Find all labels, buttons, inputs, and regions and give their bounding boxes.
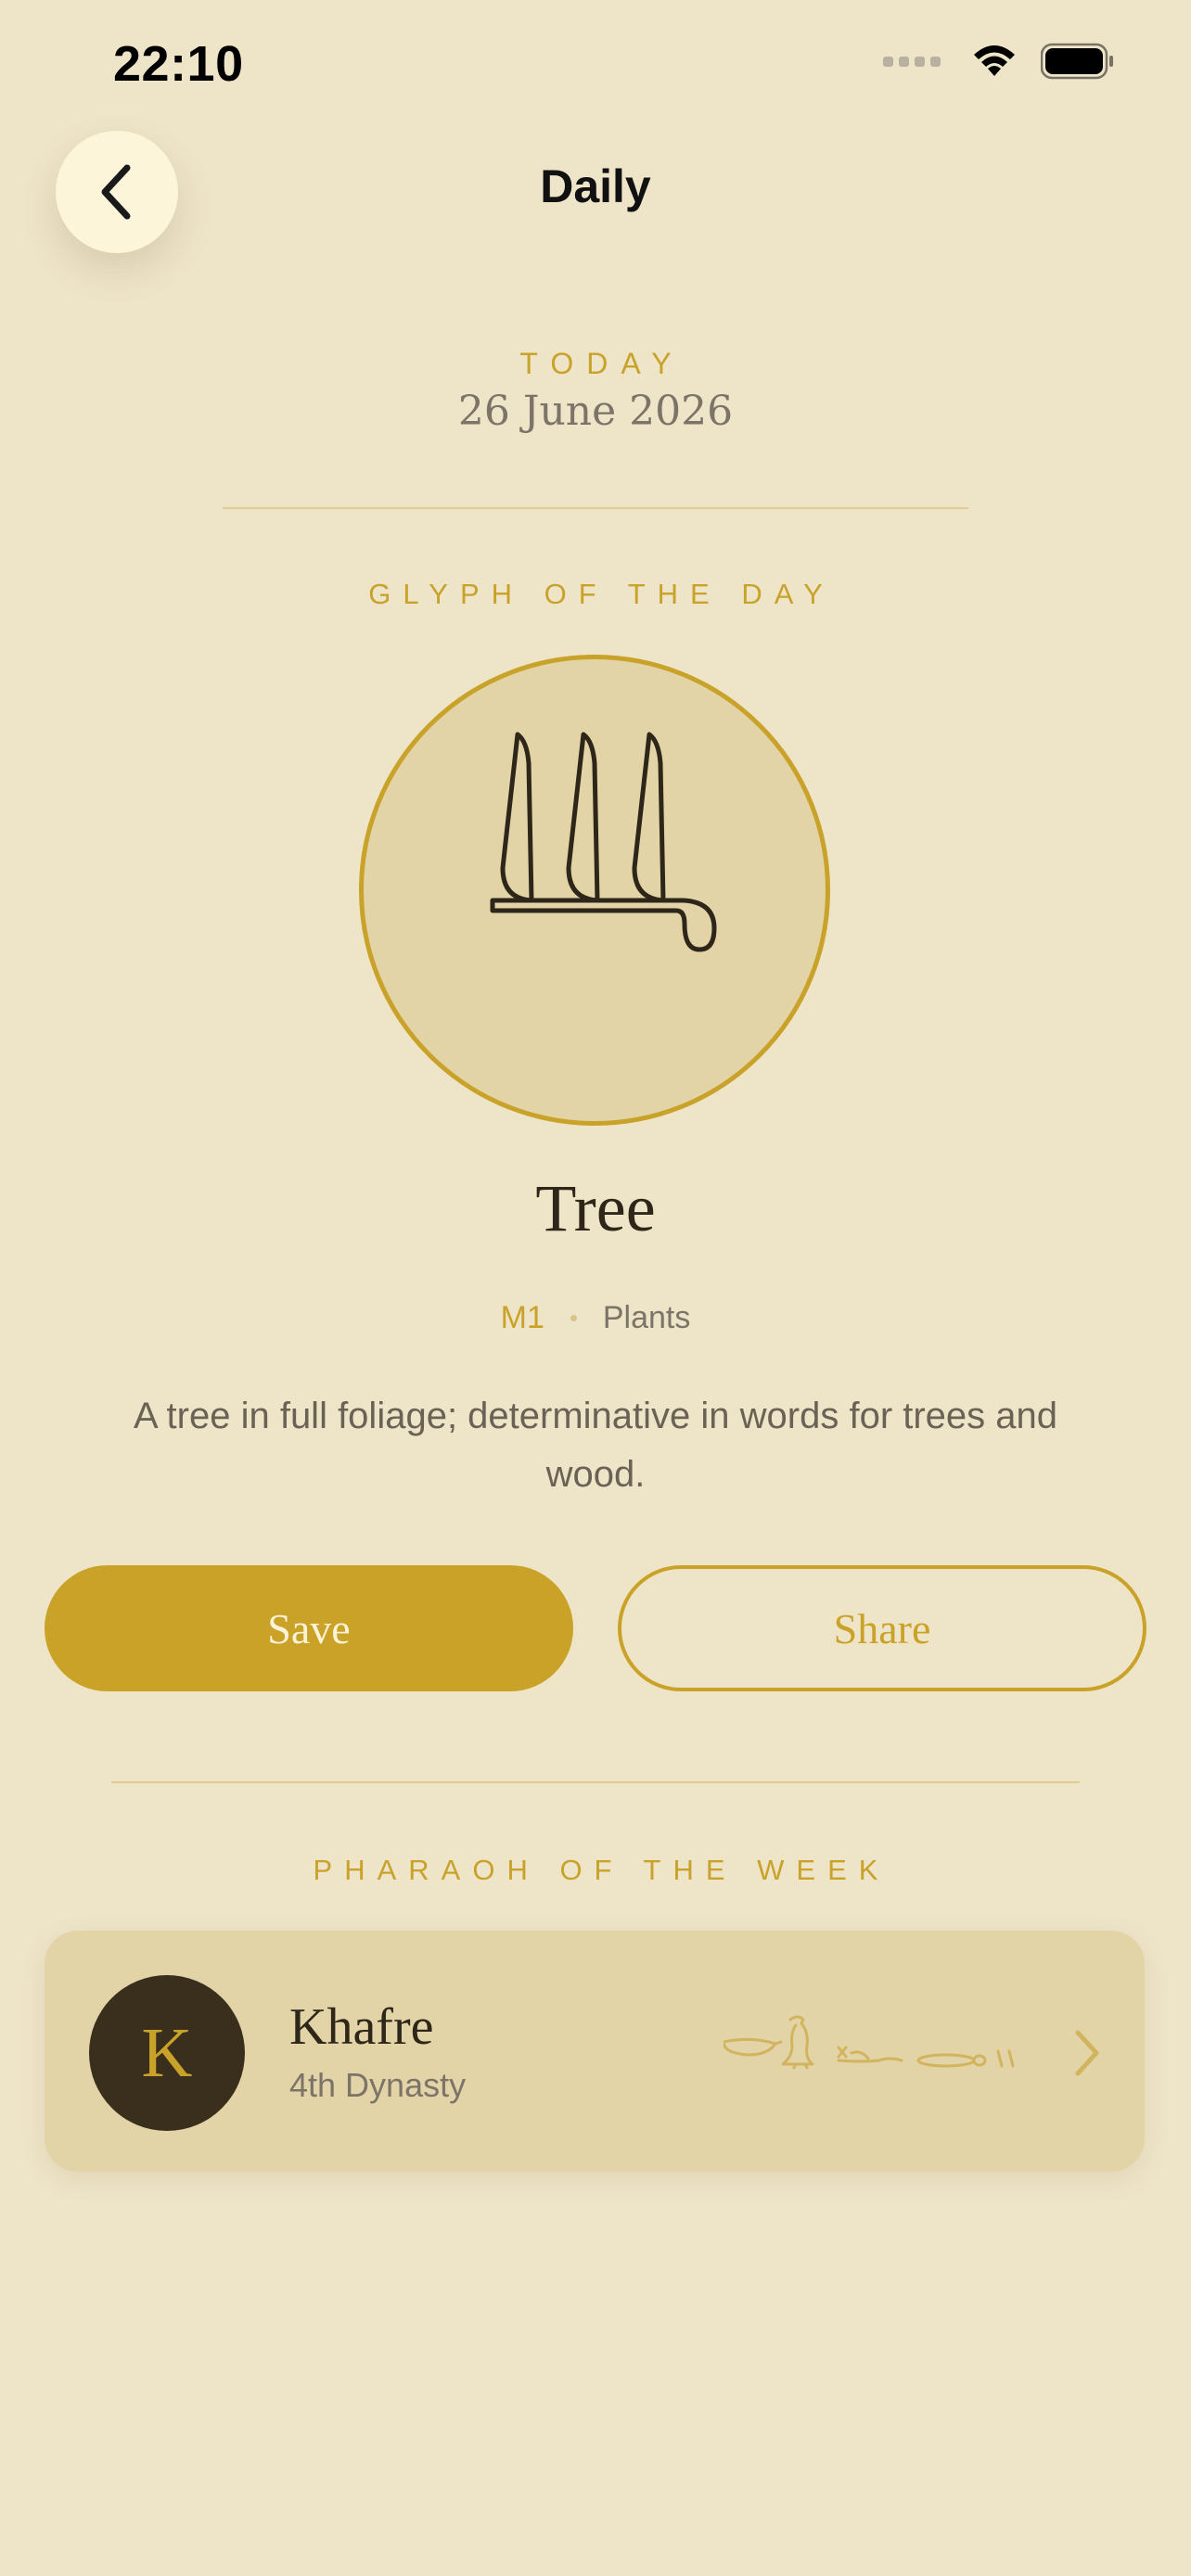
tree-hieroglyph-icon [490,732,717,952]
pharaoh-card[interactable]: K Khafre 4th Dynasty [45,1931,1145,2172]
glyph-section-label: GLYPH OF THE DAY [368,578,835,610]
pharaoh-section-label: PHARAOH OF THE WEEK [313,1854,890,1886]
battery-icon [1041,43,1113,80]
divider [223,507,968,509]
glyph-category: Plants [602,1300,691,1335]
status-time: 22:10 [113,36,244,92]
glyph-description: A tree in full foliage; determinative in… [133,1396,1058,1495]
page-title: Daily [540,160,651,212]
today-label: TODAY [519,347,685,380]
pharaoh-name: Khafre [289,1998,434,2056]
glyph-name: Tree [535,1171,656,1245]
avatar: K [89,1975,245,2131]
pharaoh-dynasty: 4th Dynasty [289,2066,467,2104]
separator-dot [570,1315,577,1321]
today-date: 26 June 2026 [457,388,734,435]
save-button[interactable]: Save [45,1565,573,1691]
status-icons [883,43,1115,80]
glyph-code: M1 [500,1300,544,1335]
glyph-meta: M1 Plants [0,1300,1191,1336]
divider [111,1781,1080,1783]
cartouche-hieroglyphs-icon [724,2015,1015,2070]
cellular-signal-icon [883,56,941,67]
chevron-right-icon [1075,2030,1099,2076]
glyph-medallion [359,655,830,1126]
share-button[interactable]: Share [618,1565,1146,1691]
wifi-icon [974,45,1015,76]
